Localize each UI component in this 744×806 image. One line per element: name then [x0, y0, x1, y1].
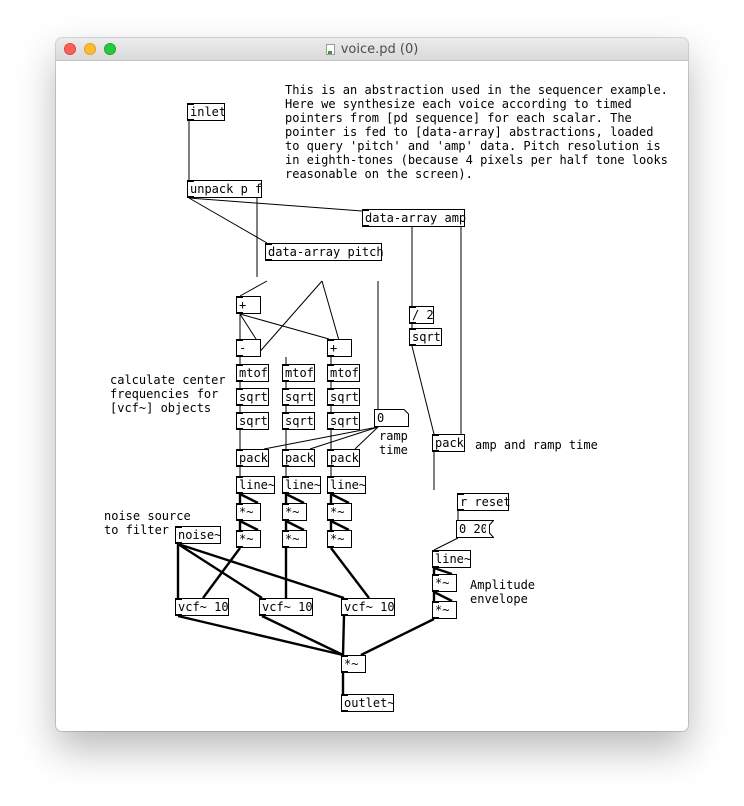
- cord: [177, 614, 344, 657]
- minus-object[interactable]: -: [236, 339, 261, 357]
- cord: [177, 542, 263, 600]
- window-title: voice.pd (0): [340, 41, 419, 57]
- pack-object[interactable]: pack: [282, 449, 315, 467]
- patch-canvas[interactable]: inlet unpack p f data-array amp data-arr…: [56, 60, 688, 731]
- line-tilde-object[interactable]: line~: [327, 476, 366, 494]
- number-box-corner: [403, 409, 409, 427]
- cord: [188, 197, 268, 244]
- divide-object[interactable]: / 2: [409, 306, 434, 324]
- cord: [285, 492, 305, 505]
- cord: [433, 537, 459, 551]
- pack-amp-object[interactable]: pack: [432, 434, 465, 452]
- sqrt-object[interactable]: sqrt: [327, 388, 360, 406]
- plus-object[interactable]: +: [327, 339, 352, 357]
- sqrt-object[interactable]: sqrt: [409, 328, 442, 346]
- cord: [239, 280, 268, 297]
- sqrt-object[interactable]: sqrt: [282, 412, 315, 430]
- ramp-number-value: 0: [377, 411, 385, 425]
- vcf-tilde-object[interactable]: vcf~ 10: [259, 598, 313, 616]
- message-flag: [486, 520, 494, 538]
- line-tilde-object[interactable]: line~: [236, 476, 275, 494]
- sqrt-object[interactable]: sqrt: [236, 388, 269, 406]
- sqrt-object[interactable]: sqrt: [236, 412, 269, 430]
- cord: [239, 492, 259, 505]
- line-tilde-amp-object[interactable]: line~: [432, 550, 471, 568]
- ramp-number-box[interactable]: 0: [374, 409, 409, 427]
- inlet-object[interactable]: inlet: [187, 103, 226, 121]
- unpack-object[interactable]: unpack p f: [187, 180, 262, 198]
- line-tilde-object[interactable]: line~: [282, 476, 321, 494]
- title-area: voice.pd (0): [56, 38, 688, 60]
- vcf-tilde-object[interactable]: vcf~ 10: [175, 598, 229, 616]
- title-bar[interactable]: voice.pd (0): [56, 38, 688, 61]
- multiply-tilde-object[interactable]: *~: [236, 503, 261, 521]
- cord: [188, 197, 363, 212]
- pack-object[interactable]: pack: [327, 449, 360, 467]
- vcf-tilde-object[interactable]: vcf~ 10: [341, 598, 395, 616]
- multiply-tilde-object[interactable]: *~: [327, 503, 352, 521]
- multiply-tilde-object[interactable]: *~: [432, 601, 457, 619]
- data-array-pitch-object[interactable]: data-array pitch: [265, 243, 384, 261]
- document-icon: [325, 43, 335, 55]
- cord: [330, 492, 350, 505]
- message-0-20[interactable]: 0 20: [456, 520, 494, 538]
- noise-source-comment: noise source to filter: [104, 509, 191, 537]
- cord: [285, 519, 305, 532]
- multiply-tilde-object[interactable]: *~: [236, 530, 261, 548]
- calc-center-comment: calculate center frequencies for [vcf~] …: [110, 373, 226, 415]
- cord: [433, 590, 453, 603]
- intro-comment: This is an abstraction used in the seque…: [285, 83, 668, 181]
- multiply-tilde-object[interactable]: *~: [432, 574, 457, 592]
- multiply-tilde-object[interactable]: *~: [282, 503, 307, 521]
- amp-ramp-comment: amp and ramp time: [475, 438, 598, 452]
- sqrt-object[interactable]: sqrt: [282, 388, 315, 406]
- cord: [360, 617, 435, 657]
- cord: [330, 547, 370, 599]
- patch-window: voice.pd (0) inlet unpack p f data-array…: [56, 38, 688, 731]
- amplitude-envelope-comment: Amplitude envelope: [470, 578, 536, 606]
- plus-object[interactable]: +: [236, 296, 261, 314]
- multiply-tilde-object[interactable]: *~: [282, 530, 307, 548]
- mtof-object[interactable]: mtof: [236, 364, 269, 382]
- cord: [341, 615, 346, 656]
- message-text: 0 20: [459, 522, 488, 536]
- cord: [330, 519, 350, 532]
- ramp-time-comment: ramp time: [379, 429, 408, 457]
- cord: [255, 280, 323, 357]
- mtof-object[interactable]: mtof: [327, 364, 360, 382]
- cord: [177, 542, 345, 600]
- receive-reset-object[interactable]: r reset: [457, 493, 511, 511]
- data-array-amp-object[interactable]: data-array amp: [362, 209, 466, 227]
- multiply-tilde-output-object[interactable]: *~: [341, 655, 366, 673]
- pack-object[interactable]: pack: [236, 449, 269, 467]
- mtof-object[interactable]: mtof: [282, 364, 315, 382]
- multiply-tilde-object[interactable]: *~: [327, 530, 352, 548]
- cord: [411, 345, 435, 435]
- cord: [239, 519, 259, 532]
- outlet-tilde-object[interactable]: outlet~: [341, 694, 395, 712]
- sqrt-object[interactable]: sqrt: [327, 412, 360, 430]
- cord: [261, 614, 344, 657]
